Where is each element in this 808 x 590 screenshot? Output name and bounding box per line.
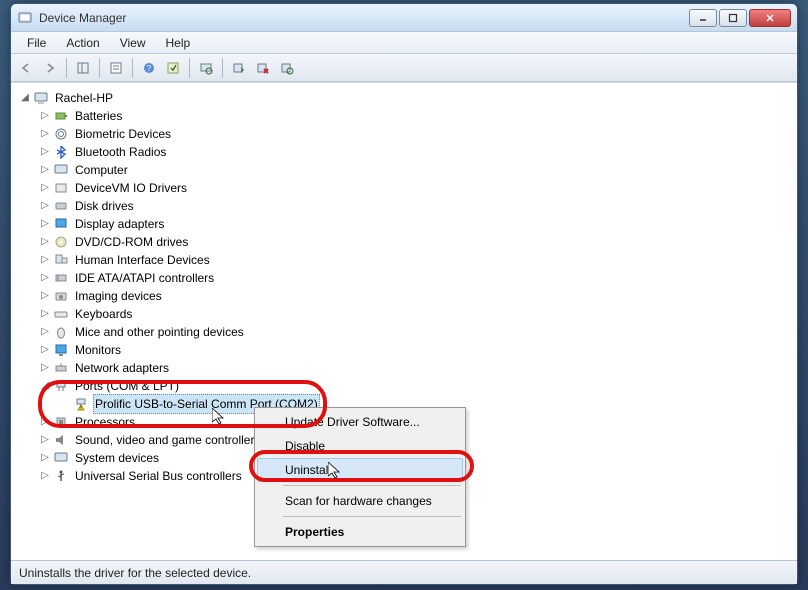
tree-item-mice[interactable]: ▷Mice and other pointing devices [39, 323, 793, 341]
collapse-icon[interactable]: ◢ [19, 89, 31, 107]
expand-icon[interactable]: ▷ [39, 305, 51, 323]
speaker-icon [53, 432, 69, 448]
show-hide-tree-button[interactable] [72, 57, 94, 79]
context-menu-uninstall[interactable]: Uninstall [257, 458, 463, 482]
menu-separator [283, 485, 461, 486]
expand-icon[interactable]: ▷ [39, 467, 51, 485]
uninstall-button[interactable] [252, 57, 274, 79]
context-menu: Update Driver Software... Disable Uninst… [254, 407, 466, 547]
expand-icon[interactable]: ▷ [39, 107, 51, 125]
disk-icon [53, 198, 69, 214]
driver-icon [53, 180, 69, 196]
expand-icon[interactable]: ▷ [39, 413, 51, 431]
titlebar: Device Manager [11, 4, 797, 32]
expand-icon[interactable]: ▷ [39, 125, 51, 143]
action-button[interactable] [162, 57, 184, 79]
menu-help[interactable]: Help [156, 34, 201, 52]
tree-item-dvd[interactable]: ▷DVD/CD-ROM drives [39, 233, 793, 251]
expand-icon[interactable]: ▷ [39, 143, 51, 161]
menu-action[interactable]: Action [56, 34, 109, 52]
expand-icon[interactable]: ▷ [39, 323, 51, 341]
tree-item-ide[interactable]: ▷IDE ATA/ATAPI controllers [39, 269, 793, 287]
expand-icon[interactable]: ▷ [39, 341, 51, 359]
root-label: Rachel-HP [53, 89, 115, 107]
network-icon [53, 360, 69, 376]
ide-icon [53, 270, 69, 286]
update-driver-button[interactable] [276, 57, 298, 79]
tree-item-ports[interactable]: ◢Ports (COM & LPT) [39, 377, 793, 395]
dvd-icon [53, 234, 69, 250]
tree-item-computer[interactable]: ▷Computer [39, 161, 793, 179]
help-button[interactable]: ? [138, 57, 160, 79]
expand-icon[interactable]: ▷ [39, 431, 51, 449]
display-icon [53, 216, 69, 232]
svg-text:?: ? [147, 64, 152, 73]
minimize-button[interactable] [689, 9, 717, 27]
expand-icon[interactable]: ▷ [39, 197, 51, 215]
fingerprint-icon [53, 126, 69, 142]
expand-icon[interactable]: ▷ [39, 161, 51, 179]
tree-item-biometric[interactable]: ▷Biometric Devices [39, 125, 793, 143]
app-icon [17, 10, 33, 26]
expand-icon[interactable]: ▷ [39, 269, 51, 287]
close-button[interactable] [749, 9, 791, 27]
expand-icon[interactable]: ▷ [39, 359, 51, 377]
computer-icon [33, 90, 49, 106]
tree-item-imaging[interactable]: ▷Imaging devices [39, 287, 793, 305]
system-icon [53, 450, 69, 466]
port-icon [53, 378, 69, 394]
usb-icon [53, 468, 69, 484]
menubar: File Action View Help [11, 32, 797, 54]
forward-button[interactable] [39, 57, 61, 79]
maximize-button[interactable] [719, 9, 747, 27]
menu-separator [283, 516, 461, 517]
bluetooth-icon [53, 144, 69, 160]
tree-item-batteries[interactable]: ▷Batteries [39, 107, 793, 125]
context-menu-properties[interactable]: Properties [257, 520, 463, 544]
tree-item-devicevm[interactable]: ▷DeviceVM IO Drivers [39, 179, 793, 197]
monitor-icon [53, 342, 69, 358]
computer-icon [53, 162, 69, 178]
expand-icon[interactable]: ▷ [39, 287, 51, 305]
properties-button[interactable] [105, 57, 127, 79]
context-menu-disable[interactable]: Disable [257, 434, 463, 458]
expand-icon[interactable]: ▷ [39, 215, 51, 233]
hid-icon [53, 252, 69, 268]
toolbar: ? [11, 54, 797, 82]
scan-hardware-button[interactable] [195, 57, 217, 79]
tree-item-hid[interactable]: ▷Human Interface Devices [39, 251, 793, 269]
keyboard-icon [53, 306, 69, 322]
window-title: Device Manager [39, 11, 687, 25]
port-warning-icon: ! [73, 396, 89, 412]
cpu-icon [53, 414, 69, 430]
statusbar-text: Uninstalls the driver for the selected d… [19, 566, 251, 580]
enable-button[interactable] [228, 57, 250, 79]
battery-icon [53, 108, 69, 124]
expand-icon[interactable]: ▷ [39, 179, 51, 197]
tree-item-keyboards[interactable]: ▷Keyboards [39, 305, 793, 323]
tree-item-monitors[interactable]: ▷Monitors [39, 341, 793, 359]
tree-item-bluetooth[interactable]: ▷Bluetooth Radios [39, 143, 793, 161]
tree-item-disk[interactable]: ▷Disk drives [39, 197, 793, 215]
context-menu-scan[interactable]: Scan for hardware changes [257, 489, 463, 513]
statusbar: Uninstalls the driver for the selected d… [11, 560, 797, 584]
menu-file[interactable]: File [17, 34, 56, 52]
tree-item-display[interactable]: ▷Display adapters [39, 215, 793, 233]
back-button[interactable] [15, 57, 37, 79]
menu-view[interactable]: View [110, 34, 156, 52]
expand-icon[interactable]: ▷ [39, 233, 51, 251]
tree-item-network[interactable]: ▷Network adapters [39, 359, 793, 377]
window-controls [687, 9, 791, 27]
tree-root[interactable]: ◢ Rachel-HP [19, 89, 793, 107]
camera-icon [53, 288, 69, 304]
expand-icon[interactable]: ▷ [39, 449, 51, 467]
expand-icon[interactable]: ▷ [39, 251, 51, 269]
mouse-icon [53, 324, 69, 340]
context-menu-update-driver[interactable]: Update Driver Software... [257, 410, 463, 434]
collapse-icon[interactable]: ◢ [39, 377, 51, 395]
